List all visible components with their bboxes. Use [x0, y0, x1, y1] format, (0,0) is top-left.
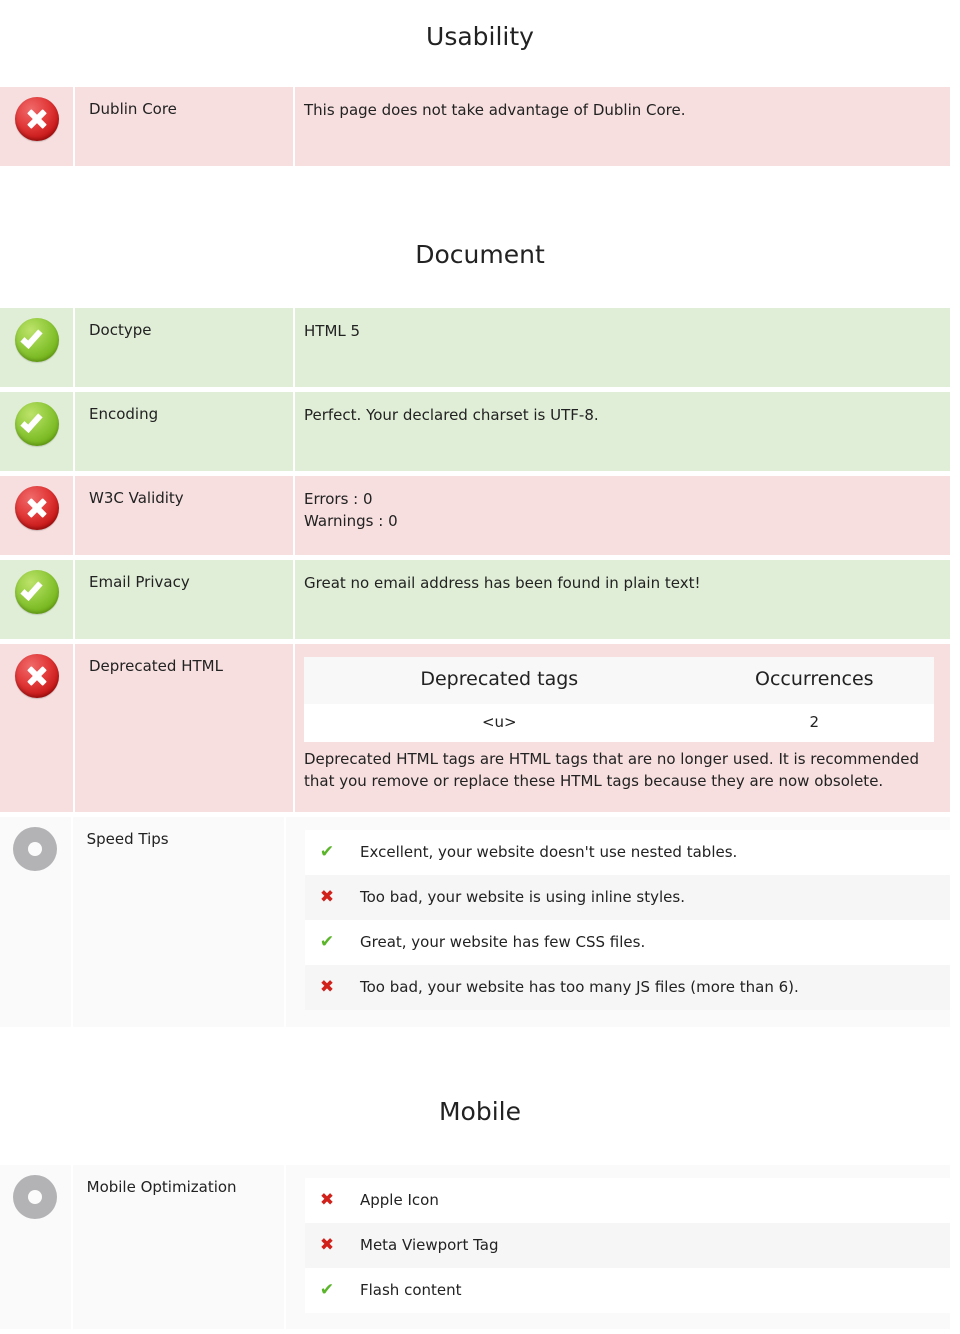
list-item: ✖ Too bad, your website is using inline …	[305, 875, 950, 920]
status-cell	[0, 476, 73, 555]
list-item: ✖ Apple Icon	[305, 1178, 950, 1223]
status-cell	[0, 644, 73, 812]
column-header-occurrences: Occurrences	[694, 657, 934, 704]
green-check-badge-icon	[14, 318, 59, 362]
list-item-label: Meta Viewport Tag	[360, 1235, 499, 1254]
status-cell	[0, 1165, 71, 1329]
row-content: Errors : 0 Warnings : 0	[295, 476, 950, 555]
report-row-encoding: Encoding Perfect. Your declared charset …	[0, 392, 960, 471]
check-mark-shape	[19, 326, 43, 349]
row-label: Deprecated HTML	[75, 644, 293, 812]
section-title-usability: Usability	[426, 21, 534, 51]
deprecated-tags-table-wrap: Deprecated tags Occurrences <u> 2	[304, 657, 934, 743]
row-label: Speed Tips	[72, 817, 284, 1027]
green-check-badge-icon	[14, 570, 59, 614]
report-row-deprecated-html: Deprecated HTML Deprecated tags Occurren…	[0, 644, 960, 812]
gray-donut-badge-icon	[13, 827, 58, 871]
report-row-doctype: Doctype HTML 5	[0, 308, 960, 387]
column-header-deprecated-tags: Deprecated tags	[304, 657, 695, 704]
row-label: Doctype	[75, 308, 293, 387]
row-content: ✔ Excellent, your website doesn't use ne…	[286, 817, 950, 1027]
list-item-label: Too bad, your website has too many JS fi…	[360, 977, 799, 996]
cell-tag-name: <u>	[304, 703, 695, 743]
report-row-email-privacy: Email Privacy Great no email address has…	[0, 560, 960, 639]
green-check-badge-icon	[14, 402, 59, 446]
row-content: Deprecated tags Occurrences <u> 2 Deprec…	[295, 644, 950, 812]
row-content: HTML 5	[295, 308, 950, 387]
list-item: ✖ Too bad, your website has too many JS …	[305, 965, 950, 1010]
row-content: This page does not take advantage of Dub…	[295, 87, 950, 166]
cell-occurrence-count: 2	[694, 703, 934, 743]
green-check-icon: ✔	[319, 842, 335, 862]
status-cell	[0, 392, 73, 471]
red-cross-icon: ✖	[319, 887, 335, 907]
speed-tips-list: ✔ Excellent, your website doesn't use ne…	[305, 830, 950, 1010]
red-cross-badge-icon	[14, 654, 59, 698]
row-content: Perfect. Your declared charset is UTF-8.	[295, 392, 950, 471]
status-cell	[0, 87, 73, 166]
report-row-w3c-validity: W3C Validity Errors : 0 Warnings : 0	[0, 476, 960, 555]
row-label: Encoding	[75, 392, 293, 471]
list-item: ✔ Excellent, your website doesn't use ne…	[305, 830, 950, 875]
list-item-label: Flash content	[360, 1280, 462, 1299]
list-item-label: Too bad, your website is using inline st…	[360, 887, 685, 906]
list-item-label: Great, your website has few CSS files.	[360, 932, 646, 951]
red-cross-icon: ✖	[319, 1190, 335, 1210]
row-label: Mobile Optimization	[72, 1165, 284, 1329]
w3c-warnings-line: Warnings : 0	[304, 511, 398, 530]
list-item-label: Excellent, your website doesn't use nest…	[360, 842, 738, 861]
gray-donut-badge-icon	[13, 1175, 58, 1219]
table-header-row: Deprecated tags Occurrences	[304, 657, 934, 704]
status-cell	[0, 560, 73, 639]
row-label: Email Privacy	[75, 560, 293, 639]
green-check-icon: ✔	[319, 1280, 335, 1300]
report-row-speed-tips: Speed Tips ✔ Excellent, your website doe…	[0, 817, 960, 1027]
seo-report-page: Usability Dublin Core This page does not…	[0, 21, 960, 1329]
section-title-mobile: Mobile	[438, 1096, 521, 1126]
report-row-dublin-core: Dublin Core This page does not take adva…	[0, 87, 960, 166]
row-label: Dublin Core	[75, 87, 293, 166]
deprecated-html-note: Deprecated HTML tags are HTML tags that …	[304, 750, 919, 791]
status-cell	[0, 817, 71, 1027]
red-cross-icon: ✖	[319, 977, 335, 997]
red-cross-badge-icon	[14, 97, 59, 141]
status-cell	[0, 308, 73, 387]
table-row: <u> 2	[304, 703, 934, 743]
red-cross-icon: ✖	[319, 1235, 335, 1255]
section-title-document: Document	[415, 239, 545, 269]
list-item: ✔ Great, your website has few CSS files.	[305, 920, 950, 965]
mobile-optimization-list: ✖ Apple Icon ✖ Meta Viewport Tag ✔ Flash…	[305, 1178, 950, 1313]
donut-hole-shape	[28, 842, 43, 856]
w3c-errors-line: Errors : 0	[304, 490, 373, 508]
row-label: W3C Validity	[75, 476, 293, 555]
red-cross-badge-icon	[14, 486, 59, 530]
row-content: ✖ Apple Icon ✖ Meta Viewport Tag ✔ Flash…	[286, 1165, 950, 1329]
check-mark-shape	[19, 410, 43, 433]
donut-hole-shape	[28, 1190, 43, 1204]
list-item: ✖ Meta Viewport Tag	[305, 1223, 950, 1268]
deprecated-tags-table: Deprecated tags Occurrences <u> 2	[304, 657, 934, 743]
list-item-label: Apple Icon	[360, 1190, 439, 1209]
row-content: Great no email address has been found in…	[295, 560, 950, 639]
check-mark-shape	[19, 578, 43, 601]
green-check-icon: ✔	[319, 932, 335, 952]
report-row-mobile-optimization: Mobile Optimization ✖ Apple Icon ✖ Meta …	[0, 1165, 960, 1329]
list-item: ✔ Flash content	[305, 1268, 950, 1313]
